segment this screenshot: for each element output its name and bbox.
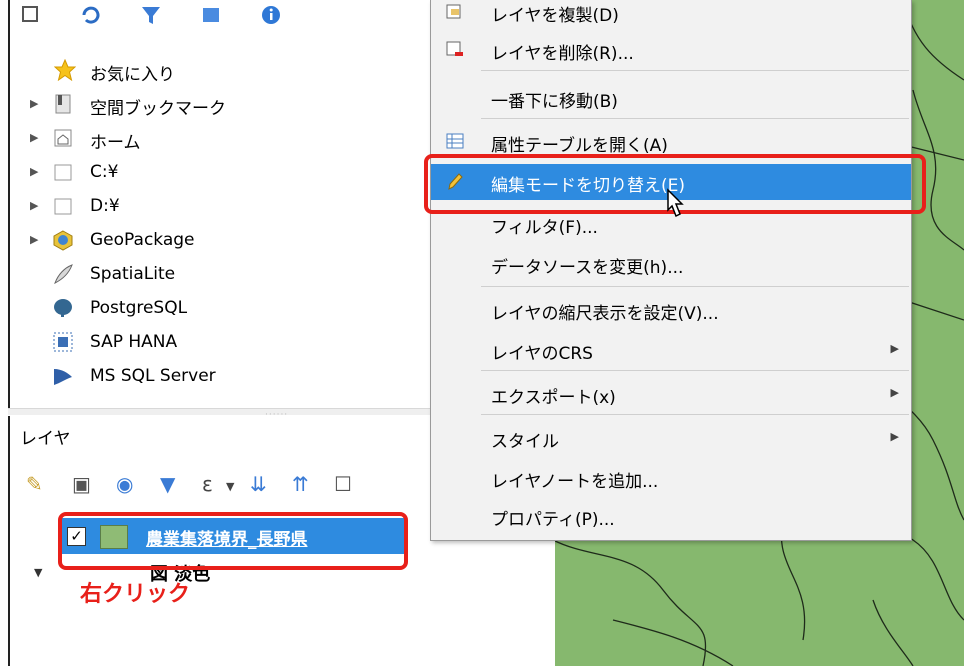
menu-item-label: スタイル (491, 432, 559, 452)
menu-item-add-layer-notes[interactable]: レイヤノートを追加... (431, 460, 911, 496)
annotation-right-click: 右クリック (80, 582, 191, 607)
tree-item-drive-d[interactable]: ▶ D:¥ (10, 190, 440, 222)
expand-arrow-icon[interactable]: ▶ (30, 131, 38, 144)
browser-panel: お気に入り ▶ 空間ブックマーク ▶ ホーム ▶ C:¥ ▶ D:¥ ▶ Geo… (8, 0, 440, 410)
tree-item-label: SpatiaLite (90, 264, 176, 284)
star-icon (54, 59, 76, 81)
tree-item-postgresql[interactable]: PostgreSQL (10, 292, 440, 324)
add-layer-icon[interactable] (20, 4, 42, 26)
expand-arrow-icon[interactable]: ▼ (34, 566, 42, 579)
menu-item-move-to-bottom[interactable]: 一番下に移動(B) (431, 80, 911, 116)
folder-icon (54, 164, 72, 181)
style-brush-icon[interactable]: ✎ (26, 472, 43, 496)
expand-arrow-icon[interactable]: ▶ (30, 199, 38, 212)
tree-item-label: 空間ブックマーク (90, 99, 226, 119)
menu-item-label: データソースを変更(h)... (491, 258, 684, 278)
menu-item-label: 属性テーブルを開く(A) (491, 136, 668, 156)
menu-item-properties[interactable]: プロパティ(P)... (431, 498, 911, 534)
menu-item-label: レイヤの縮尺表示を設定(V)... (491, 304, 719, 324)
tree-item-label: SAP HANA (90, 332, 178, 352)
tree-item-spatialite[interactable]: SpatiaLite (10, 258, 440, 290)
submenu-arrow-icon: ▶ (890, 342, 899, 355)
menu-item-label: レイヤを複製(D) (491, 6, 619, 26)
folder-icon (54, 198, 72, 215)
expand-all-icon[interactable]: ⇊ (250, 472, 267, 496)
tree-item-home[interactable]: ▶ ホーム (10, 122, 440, 154)
tree-item-label: MS SQL Server (90, 366, 216, 386)
menu-item-remove-layer[interactable]: レイヤを削除(R)... (431, 32, 911, 68)
add-group-icon[interactable]: ▣ (72, 472, 91, 496)
refresh-icon[interactable] (80, 4, 102, 26)
menu-item-export[interactable]: エクスポート(x) ▶ (431, 376, 911, 412)
menu-item-label: レイヤを削除(R)... (491, 44, 634, 64)
feather-icon (54, 264, 73, 285)
menu-item-label: プロパティ(P)... (491, 510, 615, 530)
menu-item-label: 一番下に移動(B) (491, 92, 618, 112)
menu-item-label: エクスポート(x) (491, 388, 616, 408)
tree-item-geopackage[interactable]: ▶ GeoPackage (10, 224, 440, 256)
geopackage-icon (53, 230, 73, 251)
tree-item-favorites[interactable]: お気に入り (10, 54, 440, 86)
menu-separator (481, 118, 909, 119)
menu-item-layer-crs[interactable]: レイヤのCRS ▶ (431, 332, 911, 368)
menu-item-set-scale-visibility[interactable]: レイヤの縮尺表示を設定(V)... (431, 292, 911, 328)
expand-arrow-icon[interactable]: ▶ (30, 97, 38, 110)
tree-item-label: PostgreSQL (90, 298, 188, 318)
submenu-arrow-icon: ▶ (890, 386, 899, 399)
menu-item-styles[interactable]: スタイル ▶ (431, 420, 911, 456)
menu-separator (481, 286, 909, 287)
layers-toolbar: ✎ ▣ ◉ ▼ ε ▼ ⇊ ⇈ ☐ (14, 472, 434, 502)
menu-item-label: レイヤのCRS (491, 344, 593, 364)
info-icon[interactable] (260, 4, 282, 26)
elephant-icon (54, 299, 72, 317)
remove-layer-icon[interactable]: ☐ (334, 472, 352, 496)
menu-separator (481, 370, 909, 371)
highlight-box-layer (58, 512, 408, 570)
tree-item-drive-c[interactable]: ▶ C:¥ (10, 156, 440, 188)
tree-item-label: GeoPackage (90, 230, 195, 250)
tree-item-label: ホーム (90, 133, 141, 153)
mssql-icon (54, 369, 72, 385)
menu-item-change-datasource[interactable]: データソースを変更(h)... (431, 246, 911, 282)
menu-separator (481, 414, 909, 415)
tree-item-mssql[interactable]: MS SQL Server (10, 360, 440, 392)
browser-toolbar (20, 0, 440, 30)
bookmark-icon (55, 94, 71, 114)
submenu-arrow-icon: ▶ (890, 430, 899, 443)
collapse-all-icon[interactable] (200, 4, 222, 26)
expand-arrow-icon[interactable]: ▶ (30, 165, 38, 178)
filter-legend-icon[interactable]: ▼ (160, 472, 175, 496)
menu-item-duplicate-layer[interactable]: レイヤを複製(D) (431, 0, 911, 30)
layers-panel-title: レイヤ (20, 429, 71, 449)
duplicate-icon (446, 4, 461, 19)
tree-item-label: C:¥ (90, 162, 119, 182)
filter-icon[interactable] (140, 4, 162, 26)
layer-context-menu: レイヤを複製(D) レイヤを削除(R)... 一番下に移動(B) 属性テーブルを… (430, 0, 912, 541)
menu-separator (481, 70, 909, 71)
expression-filter-icon[interactable]: ε (202, 472, 213, 496)
remove-layer-icon (446, 41, 463, 56)
menu-item-label: レイヤノートを追加... (491, 472, 659, 492)
visibility-eye-icon[interactable]: ◉ (116, 472, 133, 496)
tree-item-spatial-bookmarks[interactable]: ▶ 空間ブックマーク (10, 88, 440, 120)
tree-item-label: お気に入り (90, 65, 175, 85)
tree-item-sap-hana[interactable]: SAP HANA (10, 326, 440, 358)
grid-icon (53, 332, 73, 352)
tree-item-label: D:¥ (90, 196, 120, 216)
mouse-cursor-icon (667, 188, 684, 218)
dropdown-arrow-icon[interactable]: ▼ (226, 480, 234, 493)
menu-item-label: フィルタ(F)... (491, 218, 598, 238)
table-icon (446, 133, 464, 149)
expand-arrow-icon[interactable]: ▶ (30, 233, 38, 246)
home-folder-icon (54, 129, 72, 147)
collapse-all-icon[interactable]: ⇈ (292, 472, 309, 496)
